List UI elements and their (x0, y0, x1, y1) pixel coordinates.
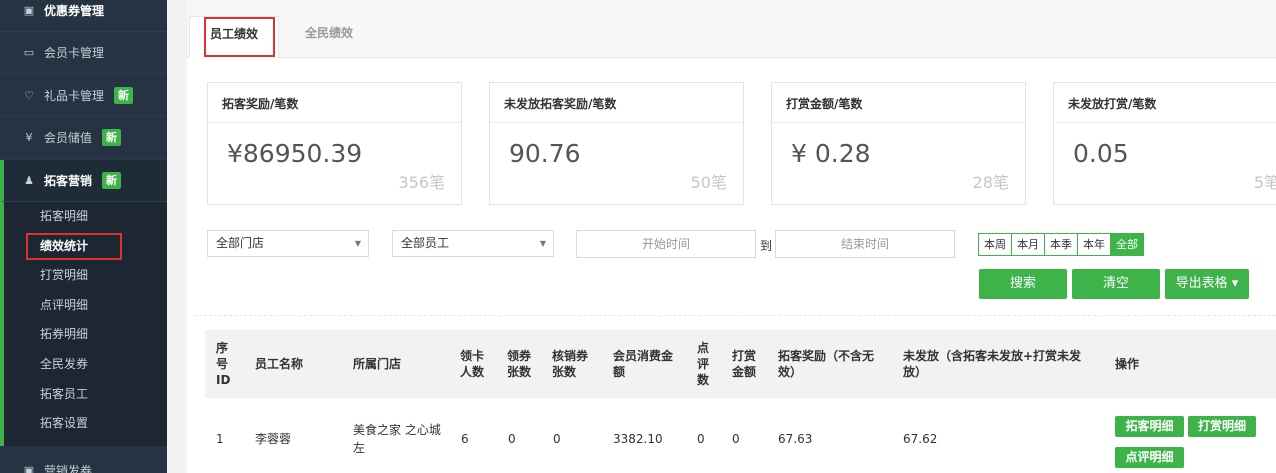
export-button[interactable]: 导出表格 ▾ (1165, 269, 1249, 299)
sidebar-subitem-coupon-expansion-detail[interactable]: 拓券明细 (40, 326, 88, 342)
col-header-reward: 拓客奖励（不含无效） (778, 349, 875, 379)
col-header-id: 序号ID (216, 341, 231, 387)
tab-everyone-performance[interactable]: 全民绩效 (305, 16, 353, 58)
cell-store: 美食之家 之心城左 (353, 423, 441, 455)
staff-select[interactable]: 全部员工 ▼ (392, 230, 554, 257)
cell-reward: 67.63 (778, 432, 813, 446)
stat-card-value: ¥ 0.28 (791, 139, 871, 168)
stat-card-title: 未发放打赏/笔数 (1054, 83, 1276, 123)
stat-card-tip-amount: 打赏金额/笔数 ¥ 0.28 28笔 (771, 82, 1026, 205)
stat-card-unpaid-reward: 未发放拓客奖励/笔数 90.76 50笔 (489, 82, 744, 205)
sidebar: ▣ 优惠券管理 ▭ 会员卡管理 ♡ 礼品卡管理 新 ¥ 会员储值 新 ♟ 拓客营… (0, 0, 167, 473)
stat-card-count: 50笔 (690, 173, 727, 192)
cell-name: 李蓉蓉 (255, 432, 292, 446)
stat-card-count: 356笔 (398, 173, 445, 192)
main-panel: 员工绩效 全民绩效 拓客奖励/笔数 ¥86950.39 356笔 未发放拓客奖励… (187, 0, 1276, 473)
store-select[interactable]: 全部门店 ▼ (207, 230, 369, 257)
coupon-icon: ▣ (23, 464, 35, 473)
sidebar-subitem-customer-staff[interactable]: 拓客员工 (40, 386, 88, 402)
cell-member-spend: 3382.10 (613, 432, 663, 446)
customer-detail-button[interactable]: 拓客明细 (1115, 416, 1184, 437)
sidebar-item-marketing-coupons[interactable]: ▣ 营销发券 (0, 450, 167, 473)
col-header-card-count: 领卡人数 (460, 349, 485, 379)
col-header-coupon-count: 领券张数 (507, 349, 532, 379)
range-week-button[interactable]: 本周 (979, 234, 1012, 255)
stat-card-title: 打赏金额/笔数 (772, 83, 1025, 123)
cell-id: 1 (216, 432, 224, 446)
cell-card-count: 6 (461, 432, 469, 446)
stat-card-customer-reward: 拓客奖励/笔数 ¥86950.39 356笔 (207, 82, 462, 205)
stat-card-value: 0.05 (1073, 139, 1129, 168)
sidebar-subitem-review-detail[interactable]: 点评明细 (40, 297, 88, 313)
stat-card-unpaid-tips: 未发放打赏/笔数 0.05 5笔 (1053, 82, 1276, 205)
yen-icon: ¥ (25, 131, 33, 144)
cell-coupon-count: 0 (508, 432, 516, 446)
stat-card-value: 90.76 (509, 139, 581, 168)
to-label: 到 (760, 239, 773, 253)
tip-detail-button[interactable]: 打赏明细 (1188, 416, 1256, 437)
new-badge: 新 (102, 129, 122, 146)
col-header-tip-amount: 打赏金额 (732, 349, 757, 379)
stat-card-title: 未发放拓客奖励/笔数 (490, 83, 743, 123)
table-header: 序号ID 员工名称 所属门店 领卡人数 领券张数 核销券张数 会员消费金额 点评… (205, 330, 1276, 398)
new-badge: 新 (102, 172, 122, 189)
stat-card-value: ¥86950.39 (227, 139, 363, 168)
range-all-button[interactable]: 全部 (1111, 234, 1143, 255)
caret-down-icon: ▼ (354, 239, 361, 248)
range-year-button[interactable]: 本年 (1078, 234, 1111, 255)
heart-icon: ♡ (24, 89, 34, 102)
range-month-button[interactable]: 本月 (1012, 234, 1045, 255)
new-badge: 新 (114, 87, 134, 104)
col-header-unpaid: 未发放（含拓客未发放+打赏未发放） (903, 349, 1082, 379)
sidebar-item-customer-marketing[interactable]: ♟ 拓客营销 新 (0, 160, 167, 202)
divider (194, 315, 1276, 316)
sidebar-item-member-stored-value[interactable]: ¥ 会员储值 新 (0, 117, 167, 159)
search-button[interactable]: 搜索 (979, 269, 1067, 299)
card-icon: ▭ (23, 46, 35, 59)
coupon-icon: ▣ (23, 4, 35, 17)
col-header-store: 所属门店 (353, 357, 402, 371)
tab-bar: 员工绩效 全民绩效 (187, 0, 1276, 58)
highlight-box (26, 233, 122, 260)
cell-redeemed-count: 0 (553, 432, 561, 446)
cell-unpaid: 67.62 (903, 432, 938, 446)
caret-down-icon: ▼ (539, 239, 546, 248)
cell-tip-amount: 0 (732, 432, 740, 446)
col-header-name: 员工名称 (255, 357, 304, 371)
col-header-redeemed-count: 核销券张数 (552, 349, 589, 379)
stat-card-count: 28笔 (972, 173, 1009, 192)
col-header-actions: 操作 (1115, 357, 1140, 371)
time-range-selector: 本周 本月 本季 本年 全部 (978, 233, 1144, 256)
sidebar-item-member-card[interactable]: ▭ 会员卡管理 (0, 32, 167, 74)
stat-card-title: 拓客奖励/笔数 (208, 83, 461, 123)
sidebar-item-coupon-management[interactable]: ▣ 优惠券管理 (0, 0, 167, 32)
sidebar-subitem-customer-detail[interactable]: 拓客明细 (40, 208, 88, 224)
cell-review-count: 0 (697, 432, 705, 446)
review-detail-button[interactable]: 点评明细 (1115, 447, 1184, 468)
clear-button[interactable]: 清空 (1072, 269, 1160, 299)
end-time-input[interactable]: 结束时间 (775, 230, 955, 258)
sidebar-subitem-tip-detail[interactable]: 打赏明细 (40, 267, 88, 283)
sidebar-item-gift-card[interactable]: ♡ 礼品卡管理 新 (0, 75, 167, 117)
stat-card-count: 5笔 (1253, 173, 1276, 192)
sidebar-subitem-everyone-issue-coupon[interactable]: 全民发券 (40, 356, 88, 372)
col-header-review-count: 点评数 (697, 341, 710, 387)
person-icon: ♟ (24, 174, 34, 187)
range-quarter-button[interactable]: 本季 (1045, 234, 1078, 255)
start-time-input[interactable]: 开始时间 (576, 230, 756, 258)
highlight-box (204, 17, 275, 57)
col-header-member-spend: 会员消费金额 (613, 349, 674, 379)
sidebar-subitem-customer-settings[interactable]: 拓客设置 (40, 415, 88, 431)
